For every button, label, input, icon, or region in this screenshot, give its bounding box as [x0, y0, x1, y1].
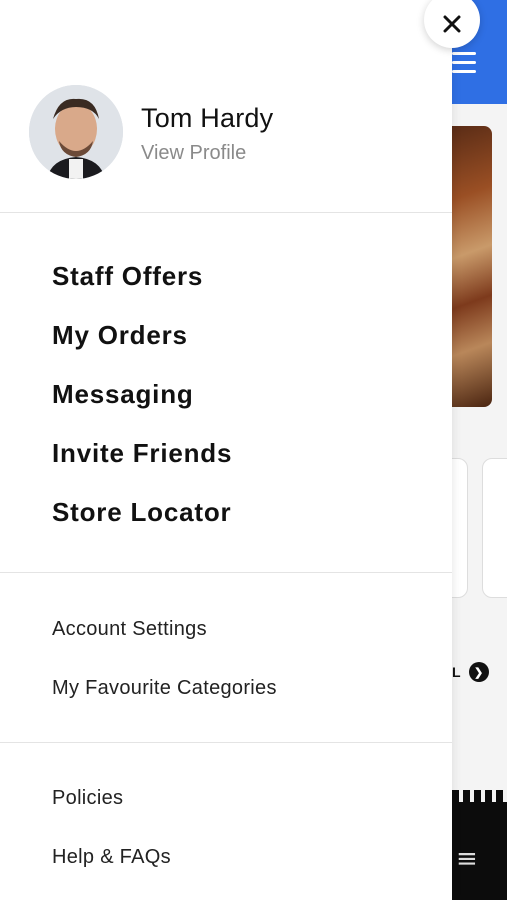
menu-item-my-orders[interactable]: My Orders — [52, 315, 232, 374]
menu-item-help-faqs[interactable]: Help & FAQs — [52, 842, 171, 900]
menu-item-account-settings[interactable]: Account Settings — [52, 614, 277, 673]
primary-menu: Staff Offers My Orders Messaging Invite … — [52, 256, 232, 551]
brand-logo: ≡ — [456, 844, 478, 874]
divider — [0, 212, 452, 213]
profile-header[interactable]: Tom Hardy View Profile — [0, 0, 452, 212]
background-app: L ❯ ≡ — [452, 0, 507, 900]
tertiary-menu: Policies Help & FAQs — [52, 783, 171, 900]
category-card[interactable] — [482, 458, 507, 598]
profile-name: Tom Hardy — [141, 103, 274, 133]
menu-item-policies[interactable]: Policies — [52, 783, 171, 842]
navigation-drawer: Tom Hardy View Profile Staff Offers My O… — [0, 0, 480, 900]
category-card[interactable] — [452, 458, 468, 598]
menu-item-invite-friends[interactable]: Invite Friends — [52, 433, 232, 492]
view-all-link[interactable]: L ❯ — [452, 662, 489, 682]
close-icon — [443, 15, 461, 33]
hamburger-icon[interactable] — [452, 52, 476, 79]
menu-item-messaging[interactable]: Messaging — [52, 374, 232, 433]
view-profile-link[interactable]: View Profile — [141, 142, 246, 165]
divider — [0, 572, 452, 573]
menu-item-favourite-categories[interactable]: My Favourite Categories — [52, 673, 277, 732]
avatar[interactable] — [29, 85, 123, 179]
divider — [0, 742, 452, 743]
arrow-right-circle-icon: ❯ — [468, 662, 489, 682]
menu-item-store-locator[interactable]: Store Locator — [52, 492, 232, 551]
view-all-label: L — [452, 664, 461, 680]
secondary-menu: Account Settings My Favourite Categories — [52, 614, 277, 732]
menu-item-staff-offers[interactable]: Staff Offers — [52, 256, 232, 315]
avatar-image — [29, 85, 123, 179]
promo-banner-image[interactable] — [452, 126, 492, 407]
